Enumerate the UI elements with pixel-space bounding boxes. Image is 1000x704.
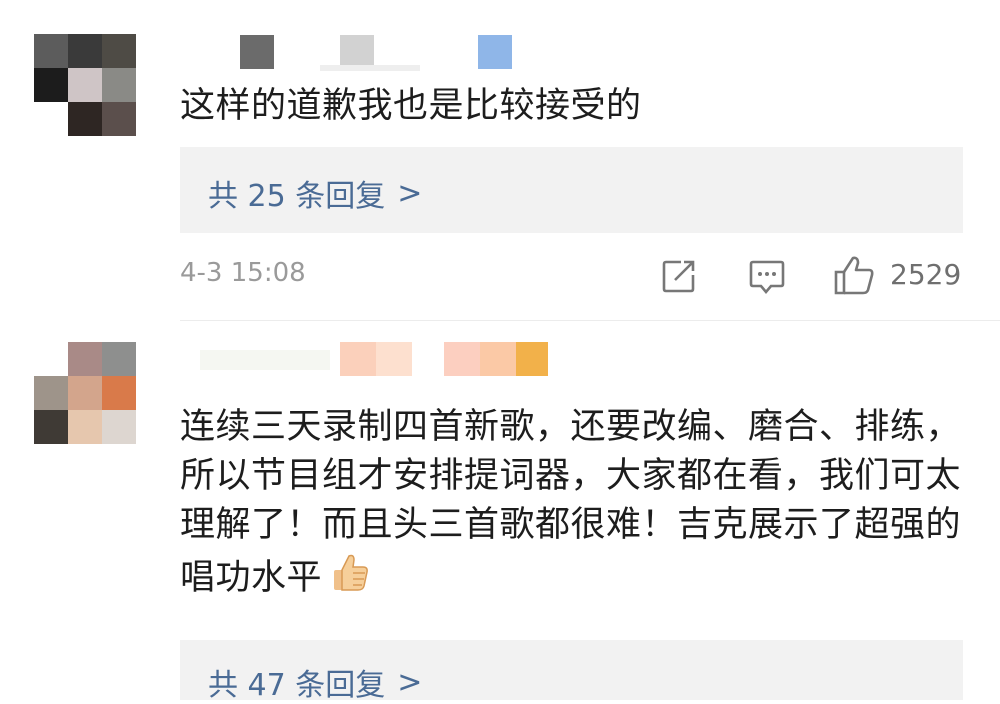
- comment-text: 这样的道歉我也是比较接受的: [180, 86, 642, 126]
- chevron-right-icon: >: [397, 664, 423, 700]
- replies-box[interactable]: 共 47 条回复 >: [180, 640, 963, 703]
- avatar[interactable]: [34, 342, 136, 444]
- replies-count-label: 共 47 条回复: [208, 668, 386, 703]
- comment-timestamp: 4-3 15:08: [180, 258, 306, 288]
- view-replies-link[interactable]: 共 25 条回复 >: [208, 171, 422, 215]
- comment-text: 连续三天录制四首新歌，还要改编、磨合、排练，所以节目组才安排提词器，大家都在看，…: [180, 403, 970, 608]
- replies-count-label: 共 25 条回复: [208, 179, 386, 214]
- comment-body: 连续三天录制四首新歌，还要改编、磨合、排练，所以节目组才安排提词器，大家都在看，…: [180, 407, 962, 598]
- replies-box[interactable]: 共 25 条回复 >: [180, 147, 963, 233]
- like-count: 2529: [890, 258, 962, 291]
- username[interactable]: [240, 35, 520, 71]
- chevron-right-icon: >: [397, 175, 423, 211]
- username[interactable]: [200, 342, 560, 378]
- thumbs-up-icon[interactable]: [833, 254, 875, 296]
- avatar[interactable]: [34, 34, 136, 136]
- comment-divider: [180, 320, 1000, 321]
- thumbs-up-emoji-icon: [326, 550, 370, 608]
- comment-icon[interactable]: [748, 258, 786, 296]
- share-icon[interactable]: [661, 258, 697, 294]
- view-replies-link[interactable]: 共 47 条回复 >: [208, 660, 422, 704]
